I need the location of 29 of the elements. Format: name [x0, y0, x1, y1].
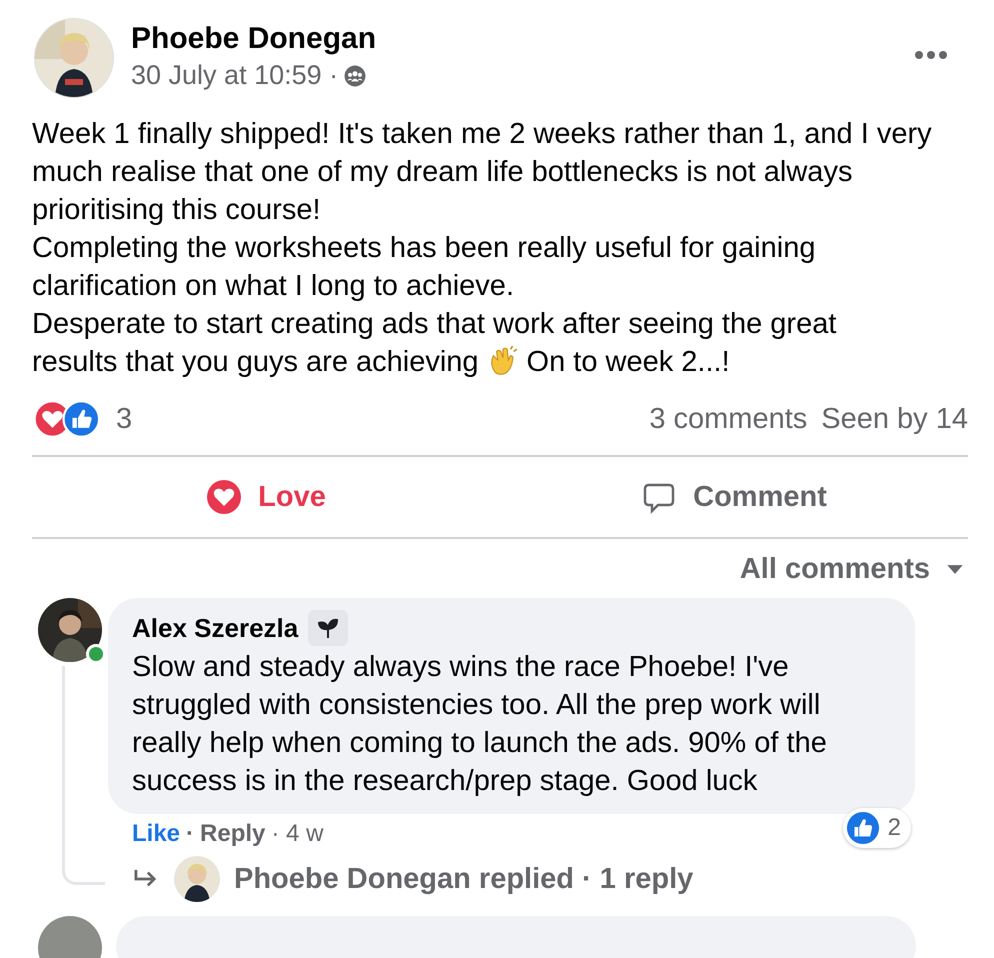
sprout-icon [316, 616, 340, 640]
post-text: Week 1 finally shipped! It's taken me 2 weeks rather than 1, and I very much realise that one of my dream life bottlenecks is not always prioritising this course! [32, 118, 932, 226]
like-count: 2 [888, 814, 901, 842]
comments-count[interactable]: 3 comments [649, 402, 808, 436]
comment-button[interactable]: Comment [500, 462, 968, 532]
post-text: On to week 2...! [526, 346, 730, 378]
seen-by-count[interactable]: Seen by 14 [821, 402, 968, 436]
more-options-icon[interactable] [914, 50, 948, 60]
separator-dot: · [186, 820, 194, 848]
like-count-pill[interactable]: 2 [842, 808, 911, 848]
comment-age: · 4 w [271, 820, 324, 848]
commenter-name[interactable]: Alex Szerezla [132, 612, 298, 644]
like-link[interactable]: Like [132, 820, 180, 848]
like-icon [846, 811, 880, 845]
post-text: Completing the worksheets has been really useful for gaining clarification on what I long to achieve. [32, 232, 816, 302]
comment-text: Slow and steady always wins the race Phoebe! I've struggled with consistencies too. All the prep work will really help when coming to launch the ads. 90% of the success is in the research/prep stage. Good luck [132, 650, 828, 799]
reaction-count[interactable]: 3 [116, 402, 132, 436]
group-icon [344, 64, 366, 86]
post-text: results that you guys are achieving [32, 346, 479, 378]
new-member-badge[interactable] [308, 610, 348, 646]
love-button[interactable]: Love [32, 462, 500, 532]
post-text: Desperate to start creating ads that work after seeing the great [32, 308, 836, 340]
view-replies-link[interactable]: Phoebe Donegan replied · 1 reply [234, 862, 694, 896]
author-name[interactable]: Phoebe Donegan [131, 22, 376, 56]
reply-link[interactable]: Reply [200, 820, 266, 848]
caret-icon [946, 564, 964, 575]
comment-filter-dropdown[interactable]: All comments [736, 553, 968, 586]
post-timestamp[interactable]: 30 July at 10:59 · [131, 60, 338, 91]
avatar[interactable] [174, 856, 220, 902]
